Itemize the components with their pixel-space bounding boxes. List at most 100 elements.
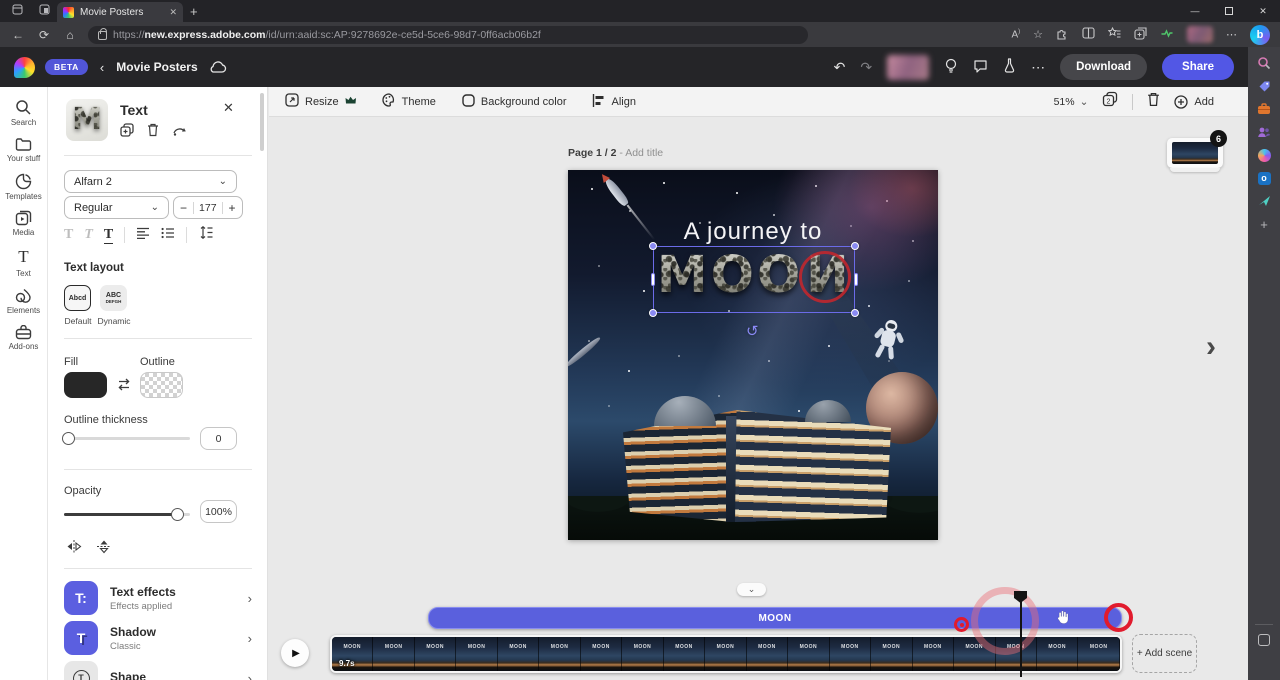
background-color-button[interactable]: Background color [462, 94, 567, 110]
beta-flask-icon[interactable] [1003, 58, 1016, 76]
selection-handle[interactable] [649, 242, 657, 250]
outline-color-swatch[interactable] [140, 372, 183, 398]
sidebar-customize-icon[interactable] [1256, 632, 1272, 648]
sidebar-item-your-stuff[interactable]: Your stuff [0, 137, 48, 164]
delete-page-icon[interactable] [1147, 92, 1160, 112]
window-close-button[interactable]: ✕ [1246, 0, 1280, 22]
sidebar-add-icon[interactable]: + [1256, 216, 1272, 232]
page-label[interactable]: Page 1 / 2 - Add title [568, 147, 663, 159]
next-page-chevron[interactable]: › [1206, 330, 1216, 364]
sidebar-shopping-icon[interactable] [1256, 78, 1272, 94]
filmstrip-thumb[interactable]: MOON [1078, 637, 1119, 671]
filmstrip-thumb[interactable]: MOON [539, 637, 580, 671]
filmstrip-thumb[interactable]: MOON [622, 637, 663, 671]
sidebar-designer-icon[interactable] [1256, 147, 1272, 163]
slider-knob[interactable] [62, 432, 75, 445]
selection-handle[interactable] [854, 273, 858, 286]
collections-icon[interactable] [1134, 27, 1147, 43]
tab-actions-icon[interactable] [39, 4, 50, 18]
filmstrip-thumb[interactable]: MOON [581, 637, 622, 671]
share-button[interactable]: Share [1162, 54, 1234, 80]
copilot-bing-icon[interactable]: b [1250, 25, 1270, 45]
sidebar-item-text[interactable]: T Text [0, 247, 48, 279]
sidebar-item-add-ons[interactable]: Add-ons [0, 325, 48, 352]
font-size-value[interactable]: 177 [193, 202, 223, 214]
align-button[interactable]: Align [592, 94, 635, 110]
back-icon[interactable]: ← [10, 28, 26, 42]
opacity-value[interactable]: 100% [200, 500, 237, 523]
line-spacing-icon[interactable] [198, 226, 213, 244]
extensions-icon[interactable] [1056, 27, 1069, 43]
theme-button[interactable]: Theme [382, 93, 436, 110]
slider-knob[interactable] [171, 508, 184, 521]
refresh-icon[interactable]: ⟳ [36, 28, 52, 42]
sidebar-item-elements[interactable]: Elements [0, 288, 48, 316]
filmstrip-thumb[interactable]: MOON [415, 637, 456, 671]
sidebar-item-templates[interactable]: Templates [0, 173, 48, 202]
filmstrip-thumb[interactable]: MOON [373, 637, 414, 671]
new-tab-button[interactable]: + [190, 4, 198, 19]
font-family-select[interactable]: Alfarn 2⌄ [64, 170, 237, 193]
delete-icon[interactable] [147, 123, 159, 142]
collaborator-avatar[interactable] [887, 55, 929, 80]
url-box[interactable]: https://new.express.adobe.com/id/urn:aai… [88, 26, 808, 44]
resize-button[interactable]: Resize [285, 93, 356, 110]
list-icon[interactable] [161, 226, 175, 244]
sidebar-tools-icon[interactable] [1256, 101, 1272, 117]
add-scene-button[interactable]: + Add scene [1132, 634, 1197, 673]
split-screen-icon[interactable] [1082, 27, 1095, 42]
suggestions-bulb-icon[interactable] [944, 58, 958, 77]
layout-default-option[interactable]: Abcd [64, 285, 91, 311]
outline-thickness-slider[interactable] [64, 437, 190, 440]
font-size-decrease-button[interactable]: − [174, 201, 193, 215]
filmstrip-thumb[interactable]: MOON [705, 637, 746, 671]
tab-close-icon[interactable]: ✕ [169, 7, 177, 18]
text-selection-box[interactable] [653, 246, 855, 313]
timeline-collapse-button[interactable]: ⌄ [737, 583, 766, 596]
browser-essentials-icon[interactable] [1160, 27, 1174, 43]
sidebar-outlook-icon[interactable]: o [1256, 170, 1272, 186]
workspaces-icon[interactable] [12, 4, 23, 18]
outline-thickness-value[interactable]: 0 [200, 427, 237, 450]
underline-icon[interactable]: T [104, 227, 113, 244]
filmstrip-thumb[interactable]: MOON [788, 637, 829, 671]
favorites-bar-icon[interactable] [1108, 27, 1121, 42]
font-size-increase-button[interactable]: + [223, 201, 242, 215]
playhead-line[interactable] [1020, 592, 1022, 677]
duplicate-icon[interactable] [120, 123, 134, 142]
poster-subtitle-text[interactable]: A journey to [568, 218, 938, 246]
window-maximize-button[interactable] [1212, 0, 1246, 22]
add-page-button[interactable]: Add [1174, 95, 1214, 109]
filmstrip-thumb[interactable]: MOON [664, 637, 705, 671]
selection-handle[interactable] [649, 309, 657, 317]
swap-fill-outline-icon[interactable] [116, 378, 132, 396]
adobe-express-logo[interactable] [14, 57, 35, 78]
selection-handle[interactable] [651, 273, 655, 286]
filmstrip-thumb[interactable]: MOON [498, 637, 539, 671]
bold-icon[interactable]: T [64, 227, 73, 243]
download-button[interactable]: Download [1060, 54, 1147, 80]
filmstrip-thumb[interactable]: MOON [747, 637, 788, 671]
italic-icon[interactable]: T [84, 227, 93, 243]
panel-scrollbar[interactable] [260, 93, 264, 151]
font-weight-select[interactable]: Regular⌄ [64, 196, 169, 219]
sidebar-search-icon[interactable] [1256, 55, 1272, 71]
window-minimize-button[interactable]: — [1178, 0, 1212, 22]
filmstrip-thumb[interactable]: MOON [456, 637, 497, 671]
flip-horizontal-icon[interactable] [66, 540, 82, 558]
read-aloud-icon[interactable]: A) [1011, 29, 1020, 40]
more-options-icon[interactable]: ⋯ [1031, 59, 1045, 76]
sidebar-item-search[interactable]: Search [0, 99, 48, 128]
duplicate-page-icon[interactable]: 2 [1102, 91, 1118, 112]
pages-thumbnail-stack[interactable]: 6 [1165, 130, 1227, 178]
undo-icon[interactable]: ↶ [834, 59, 846, 76]
filmstrip-thumb[interactable]: MOON [830, 637, 871, 671]
settings-more-icon[interactable]: ⋯ [1226, 28, 1237, 41]
rotate-handle-icon[interactable]: ↺ [746, 322, 759, 340]
poster-page[interactable]: A journey to MOON ↺ [568, 170, 938, 540]
selection-handle[interactable] [851, 309, 859, 317]
close-panel-icon[interactable]: ✕ [223, 100, 234, 116]
browser-tab[interactable]: Movie Posters ✕ [57, 2, 183, 22]
layout-dynamic-option[interactable]: ABCDEFGH [100, 285, 127, 311]
favorite-star-icon[interactable]: ☆ [1033, 28, 1043, 41]
